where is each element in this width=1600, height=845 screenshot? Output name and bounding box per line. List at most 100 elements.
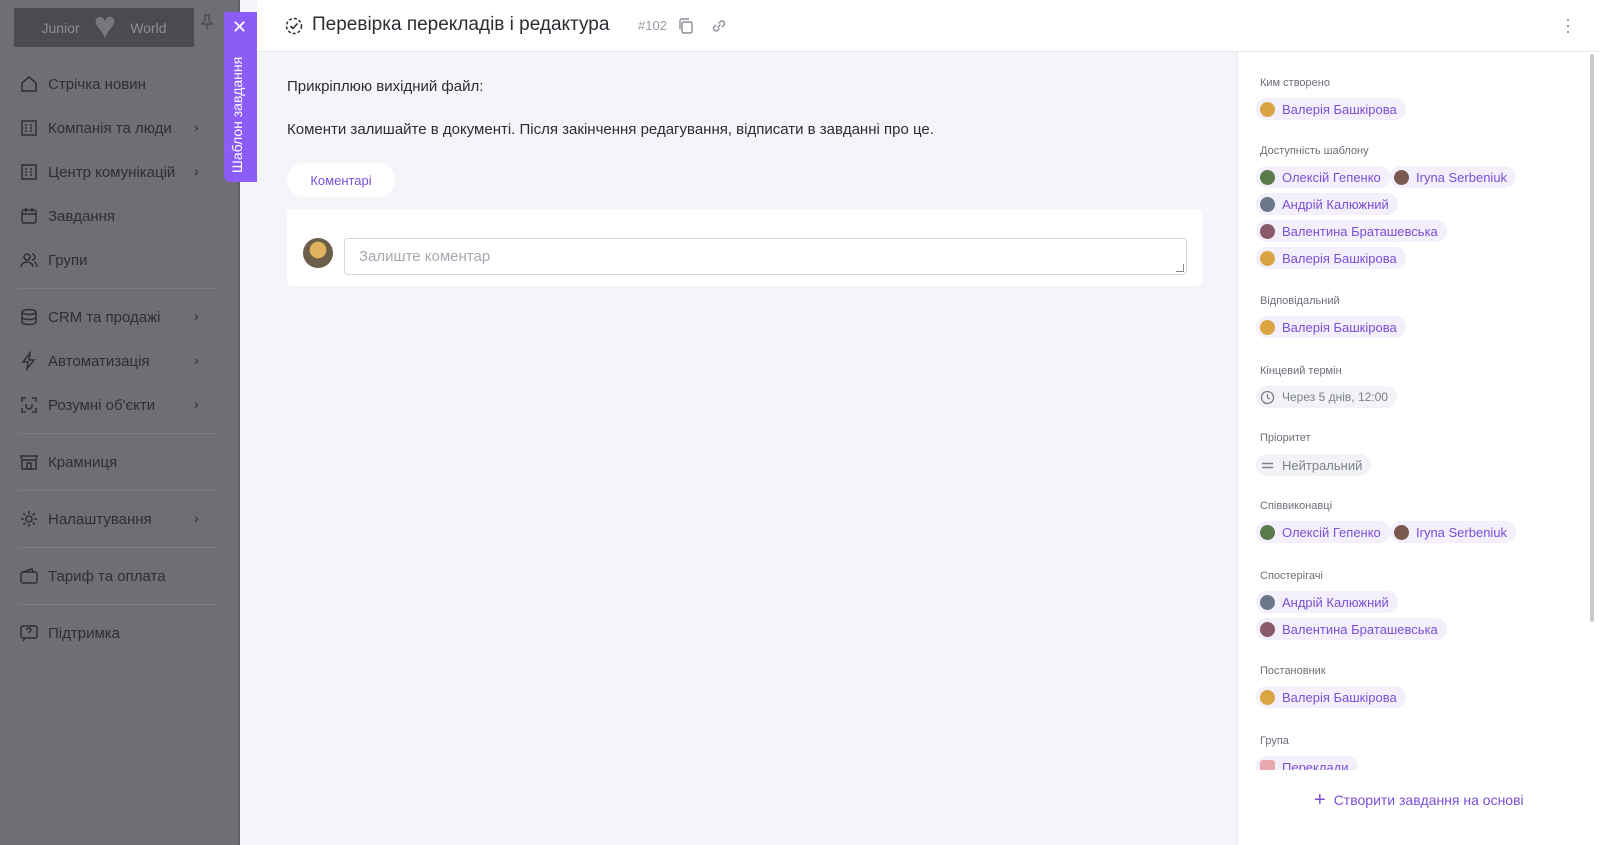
sidebar-item-label: Центр комунікацій bbox=[48, 163, 176, 181]
task-details-panel: Ким створено Валерія Башкірова Доступніс… bbox=[1237, 52, 1600, 845]
avatar bbox=[1260, 101, 1275, 117]
user-name: Олексій Гепенко bbox=[1282, 169, 1381, 185]
resize-handle-icon[interactable] bbox=[1176, 264, 1184, 272]
scan-icon bbox=[18, 394, 40, 416]
user-name: Iryna Serbeniuk bbox=[1416, 524, 1508, 540]
database-icon bbox=[18, 306, 40, 328]
priority-chip[interactable]: Нейтральний bbox=[1256, 454, 1372, 476]
bolt-icon bbox=[18, 350, 40, 372]
create-based-task-button[interactable]: + Створити завдання на основі bbox=[1314, 790, 1524, 810]
help-icon bbox=[18, 622, 40, 644]
sidebar-item-smart-objects[interactable]: Розумні об'єкти › bbox=[0, 383, 240, 427]
sidebar-item-label: Завдання bbox=[48, 207, 115, 225]
sidebar-item-label: CRM та продажі bbox=[48, 308, 161, 326]
user-chip[interactable]: Валерія Башкірова bbox=[1256, 316, 1406, 338]
user-chip[interactable]: Валентина Браташевська bbox=[1256, 618, 1447, 640]
deadline-label: Кінцевий термін bbox=[1260, 365, 1342, 377]
avatar bbox=[1260, 250, 1275, 266]
sidebar-divider bbox=[18, 490, 218, 491]
sidebar-item-news[interactable]: Стрічка новин bbox=[0, 62, 240, 106]
user-chip[interactable]: Олексій Гепенко bbox=[1256, 521, 1390, 543]
sidebar-divider bbox=[18, 604, 218, 605]
comment-box bbox=[287, 209, 1202, 286]
user-chip[interactable]: Валерія Башкірова bbox=[1256, 98, 1406, 120]
sidebar-item-store[interactable]: Крамниця bbox=[0, 440, 240, 484]
user-name: Iryna Serbeniuk bbox=[1416, 169, 1508, 185]
comment-input[interactable] bbox=[344, 238, 1187, 275]
created-by-label: Ким створено bbox=[1260, 77, 1330, 89]
avatar bbox=[1260, 621, 1275, 637]
avatar bbox=[1260, 223, 1275, 239]
close-icon[interactable]: ✕ bbox=[232, 18, 247, 36]
logo-text-left: Junior bbox=[41, 19, 80, 36]
task-description-line: Прикріплюю вихідний файл: bbox=[287, 78, 484, 95]
sidebar-item-support[interactable]: Підтримка bbox=[0, 611, 240, 655]
tab-comments[interactable]: Коментарі bbox=[287, 163, 395, 197]
avatar bbox=[1394, 524, 1409, 540]
user-chip[interactable]: Валерія Башкірова bbox=[1256, 686, 1406, 708]
sidebar-item-label: Розумні об'єкти bbox=[48, 396, 156, 414]
user-chip[interactable]: Валерія Башкірова bbox=[1256, 247, 1406, 269]
sidebar-item-communications[interactable]: Центр комунікацій › bbox=[0, 150, 240, 194]
task-title[interactable]: Перевірка перекладів і редактура bbox=[312, 14, 609, 36]
sidebar-item-crm[interactable]: CRM та продажі › bbox=[0, 295, 240, 339]
sidebar-divider bbox=[18, 433, 218, 434]
user-name: Андрій Калюжний bbox=[1282, 594, 1389, 610]
sidebar-item-label: Крамниця bbox=[48, 453, 118, 471]
sidebar-divider bbox=[18, 547, 218, 548]
user-chip[interactable]: Валентина Браташевська bbox=[1256, 220, 1447, 242]
group-label: Група bbox=[1260, 735, 1289, 747]
logo-text-right: World bbox=[130, 19, 167, 36]
user-name: Олексій Гепенко bbox=[1282, 524, 1381, 540]
sidebar-item-groups[interactable]: Групи bbox=[0, 238, 240, 282]
avatar bbox=[1260, 196, 1275, 212]
avatar bbox=[1260, 594, 1275, 610]
chevron-right-icon: › bbox=[194, 352, 199, 368]
wallet-icon bbox=[18, 565, 40, 587]
users-icon bbox=[18, 249, 40, 271]
clock-icon bbox=[1260, 390, 1275, 405]
sidebar: Junior ♥ World Стрічка новин Компанія та… bbox=[0, 0, 240, 845]
store-icon bbox=[18, 451, 40, 473]
pin-icon[interactable] bbox=[200, 14, 214, 35]
building-icon bbox=[18, 117, 40, 139]
template-tab[interactable]: ✕ Шаблон завдання bbox=[224, 12, 257, 182]
sidebar-item-label: Компанія та люди bbox=[48, 119, 172, 137]
equals-icon bbox=[1260, 458, 1275, 473]
chevron-right-icon: › bbox=[194, 396, 199, 412]
company-logo[interactable]: Junior ♥ World bbox=[14, 7, 194, 47]
user-chip[interactable]: Iryna Serbeniuk bbox=[1390, 521, 1517, 543]
sidebar-item-tasks[interactable]: Завдання bbox=[0, 194, 240, 238]
avatar bbox=[1260, 524, 1275, 540]
user-chip[interactable]: Андрій Калюжний bbox=[1256, 591, 1398, 613]
user-name: Валерія Башкірова bbox=[1282, 689, 1397, 705]
sidebar-item-label: Автоматизація bbox=[48, 352, 150, 370]
user-chip[interactable]: Олексій Гепенко bbox=[1256, 166, 1390, 188]
more-vertical-icon[interactable]: · · · bbox=[1565, 10, 1571, 40]
responsible-label: Відповідальний bbox=[1260, 295, 1340, 307]
sidebar-item-label: Стрічка новин bbox=[48, 75, 146, 93]
user-chip[interactable]: Андрій Калюжний bbox=[1256, 193, 1398, 215]
coexecutors-label: Співвиконавці bbox=[1260, 500, 1333, 512]
gear-icon bbox=[18, 508, 40, 530]
user-name: Андрій Калюжний bbox=[1282, 196, 1389, 212]
sidebar-item-label: Підтримка bbox=[48, 624, 121, 642]
observers-label: Спостерігачі bbox=[1260, 570, 1323, 582]
link-icon[interactable] bbox=[710, 17, 728, 35]
sidebar-item-company[interactable]: Компанія та люди › bbox=[0, 106, 240, 150]
deadline-chip[interactable]: Через 5 днів, 12:00 bbox=[1256, 386, 1397, 408]
panel-scrollbar[interactable] bbox=[1590, 54, 1594, 622]
sidebar-item-label: Налаштування bbox=[48, 510, 152, 528]
task-check-icon[interactable] bbox=[285, 17, 303, 35]
user-name: Валерія Башкірова bbox=[1282, 319, 1397, 335]
template-tab-label: Шаблон завдання bbox=[229, 56, 245, 173]
create-based-task-label: Створити завдання на основі bbox=[1333, 792, 1524, 808]
user-name: Валерія Башкірова bbox=[1282, 101, 1397, 117]
sidebar-item-billing[interactable]: Тариф та оплата bbox=[0, 554, 240, 598]
chevron-right-icon: › bbox=[194, 308, 199, 324]
sidebar-item-settings[interactable]: Налаштування › bbox=[0, 497, 240, 541]
sidebar-item-automation[interactable]: Автоматизація › bbox=[0, 339, 240, 383]
user-chip[interactable]: Iryna Serbeniuk bbox=[1390, 166, 1517, 188]
avatar bbox=[1260, 319, 1275, 335]
copy-icon[interactable] bbox=[677, 17, 695, 35]
